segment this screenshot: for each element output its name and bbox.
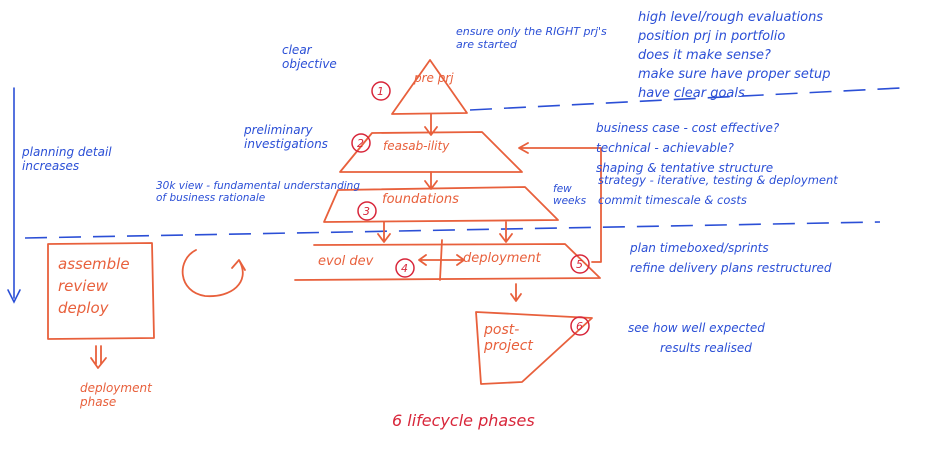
post-notes: see how well expected results realised bbox=[628, 318, 765, 358]
feasibility-note: business case - cost effective? bbox=[596, 121, 780, 135]
feasibility-notes: business case - cost effective? technica… bbox=[596, 118, 779, 178]
clear-objective-note: clear objective bbox=[282, 43, 337, 71]
high-level-note: high level/rough evaluations bbox=[638, 10, 824, 25]
preliminary-note: preliminary investigations bbox=[244, 123, 328, 151]
arrow-2-3 bbox=[424, 171, 438, 190]
svg-text:6: 6 bbox=[576, 320, 583, 333]
high-level-notes: high level/rough evaluations position pr… bbox=[638, 8, 830, 103]
few-weeks-note: few weeks bbox=[553, 183, 587, 208]
phase-4-label: evol dev bbox=[318, 254, 374, 269]
high-level-note: have clear goals bbox=[638, 86, 745, 101]
foundations-note: commit timescale & costs bbox=[598, 193, 747, 207]
ensure-right-note: ensure only the RIGHT prj's are started bbox=[456, 25, 607, 51]
phase-1-label: pre prj bbox=[414, 71, 454, 85]
high-level-note: position prj in portfolio bbox=[638, 29, 786, 44]
post-note: see how well expected bbox=[628, 321, 765, 335]
side-loop-label: assemble review deploy bbox=[58, 255, 130, 317]
phase-2-label: feasab-ility bbox=[383, 139, 450, 153]
foundations-left-note: 30k view - fundamental understanding of … bbox=[156, 180, 361, 205]
svg-text:1: 1 bbox=[377, 85, 384, 98]
high-level-note: does it make sense? bbox=[638, 48, 771, 63]
arrow-3-5 bbox=[499, 221, 513, 243]
lifecycle-diagram: 1 2 3 4 5 6 pre prj feasab-ility foundat… bbox=[0, 0, 930, 450]
foundations-note: strategy - iterative, testing & deployme… bbox=[598, 173, 838, 187]
cycle-icon bbox=[181, 249, 244, 297]
phase-3-label: foundations bbox=[382, 192, 459, 207]
svg-text:4: 4 bbox=[401, 262, 408, 275]
svg-text:2: 2 bbox=[357, 137, 364, 150]
high-level-note: make sure have proper setup bbox=[638, 67, 831, 82]
dashed-line-bottom bbox=[24, 221, 881, 239]
evol-note: refine delivery plans restructured bbox=[630, 261, 832, 275]
svg-text:3: 3 bbox=[363, 205, 370, 218]
diagram-title: 6 lifecycle phases bbox=[392, 411, 535, 430]
phase-5-label: deployment bbox=[463, 251, 541, 266]
post-note: results realised bbox=[660, 341, 752, 355]
svg-text:5: 5 bbox=[576, 258, 583, 271]
phase-1-shape bbox=[391, 59, 468, 115]
planning-detail-label: planning detail increases bbox=[22, 145, 112, 173]
side-loop-down-arrow-icon bbox=[90, 345, 107, 369]
phase-6-label: post-project bbox=[484, 322, 533, 355]
feasibility-note: technical - achievable? bbox=[596, 141, 734, 155]
side-loop-caption: deployment phase bbox=[80, 381, 152, 409]
evol-note: plan timeboxed/sprints bbox=[630, 241, 769, 255]
arrow-5-6 bbox=[510, 283, 522, 302]
evol-notes: plan timeboxed/sprints refine delivery p… bbox=[630, 238, 832, 278]
foundations-notes: strategy - iterative, testing & deployme… bbox=[598, 170, 838, 210]
